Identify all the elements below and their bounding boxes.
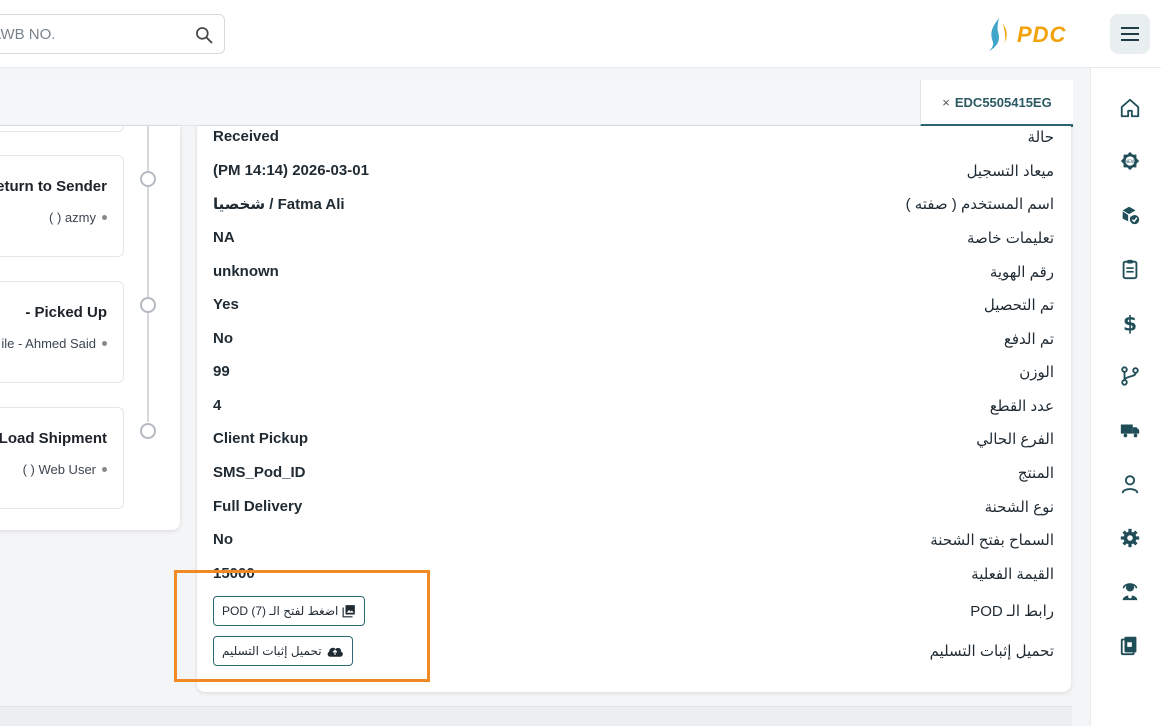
detail-label: تم التحصيل [983,297,1054,314]
detail-row-registration-time: ميعاد التسجيل (PM 14:14) 2026-03-01 [197,160,1071,190]
timeline-item-user: ( ) Web User [23,462,107,477]
home-icon[interactable] [1118,96,1142,120]
menu-toggle-button[interactable] [1110,14,1150,54]
detail-label: تحميل إثبات التسليم [929,643,1054,660]
detail-value: Yes [213,296,239,313]
detail-row-product: المنتج SMS_Pod_ID [197,462,1071,492]
detail-label: تم الدفع [1003,331,1054,348]
awb-search-input[interactable] [0,23,171,45]
detail-label: رابط الـ POD [970,603,1054,620]
detail-row-paid: تم الدفع No [197,328,1071,358]
detail-row-username: اسم المستخدم ( صفته ) شخصيا / Fatma Ali [197,193,1071,223]
detail-label: ميعاد التسجيل [966,163,1054,180]
detail-label: تعليمات خاصة [966,230,1054,247]
detail-row-special-instructions: تعليمات خاصة NA [197,227,1071,257]
bullet-icon [102,341,107,346]
awb-search-box[interactable] [0,14,225,54]
detail-value: NA [213,229,235,246]
tab-bar: × EDC5505415EG [0,80,1074,127]
detail-value: No [213,330,233,347]
tab-close-icon[interactable]: × [942,95,950,110]
logo-flame-icon [989,18,1007,51]
top-bar: PDC [0,0,1161,68]
detail-row-pieces: عدد القطع 4 [197,395,1071,425]
detail-value: شخصيا / Fatma Ali [213,196,345,213]
tab-awb[interactable]: × EDC5505415EG [920,80,1073,127]
timeline-item-title: Return to Sender [0,178,107,195]
right-sidebar-nav: NEW $ [1090,68,1161,726]
detail-row-shipment-type: نوع الشحنة Full Delivery [197,496,1071,526]
detail-value: 4 [213,397,222,414]
search-icon[interactable] [194,25,214,45]
branch-icon[interactable] [1118,364,1142,388]
detail-value: SMS_Pod_ID [213,464,306,481]
timeline-dot [140,297,156,313]
user-icon[interactable] [1118,472,1142,496]
detail-label: عدد القطع [989,398,1054,415]
timeline-item-user: ( ) azmy [49,210,107,225]
detail-label: اسم المستخدم ( صفته ) [905,196,1054,213]
detail-label: المنتج [1017,465,1054,482]
detail-label: رقم الهوية [989,264,1054,281]
detail-label: نوع الشحنة [984,499,1054,516]
document-stack-icon[interactable] [1118,633,1142,657]
detail-value: (PM 14:14) 2026-03-01 [213,162,369,179]
bullet-icon [102,467,107,472]
timeline-item[interactable]: Return to Sender ( ) azmy [0,155,124,257]
gear-icon[interactable] [1118,526,1142,550]
truck-icon[interactable] [1118,418,1142,442]
dollar-icon[interactable]: $ [1118,311,1142,335]
support-agent-icon[interactable] [1118,579,1142,603]
detail-value: unknown [213,263,279,280]
detail-label: الفرع الحالي [976,431,1054,448]
boxes-check-icon[interactable] [1118,203,1142,227]
hamburger-menu-icon [1121,27,1139,41]
detail-row-allow-open: السماح بفتح الشحنة No [197,529,1071,559]
timeline-item-user: ile - Ahmed Said [1,336,107,351]
detail-value: Received [213,128,279,145]
detail-row-current-branch: الفرع الحالي Client Pickup [197,428,1071,458]
detail-value: Client Pickup [213,430,309,447]
detail-value: No [213,531,233,548]
detail-label: حالة [1027,129,1054,146]
clipboard-icon[interactable] [1118,257,1142,281]
pdc-logo: PDC [985,16,1085,52]
bullet-icon [102,215,107,220]
timeline-item[interactable]: - Load Shipment ( ) Web User [0,407,124,509]
new-badge-icon[interactable]: NEW [1118,149,1142,173]
timeline-item[interactable]: - Picked Up ile - Ahmed Said [0,281,124,383]
tab-label: EDC5505415EG [954,94,1052,110]
detail-row-collected: تم التحصيل Yes [197,294,1071,324]
timeline-dot [140,171,156,187]
detail-label: السماح بفتح الشحنة [930,532,1054,549]
svg-text:$: $ [1123,312,1137,334]
detail-value: 99 [213,363,230,380]
detail-label: الوزن [1019,364,1054,381]
timeline-item-partial [0,126,124,132]
detail-row-weight: الوزن 99 [197,361,1071,391]
highlight-annotation [174,570,430,682]
timeline-dot [140,423,156,439]
detail-row-status: حالة Received [197,126,1071,156]
logo-text: PDC [1017,22,1067,47]
timeline-item-title: - Load Shipment [0,430,107,447]
detail-value: Full Delivery [213,498,303,515]
detail-label: القيمة الفعلية [971,566,1054,583]
svg-text:NEW: NEW [1125,159,1136,165]
bottom-panel-edge [0,706,1072,726]
timeline-item-title: - Picked Up [25,304,107,321]
detail-row-id-number: رقم الهوية unknown [197,261,1071,291]
